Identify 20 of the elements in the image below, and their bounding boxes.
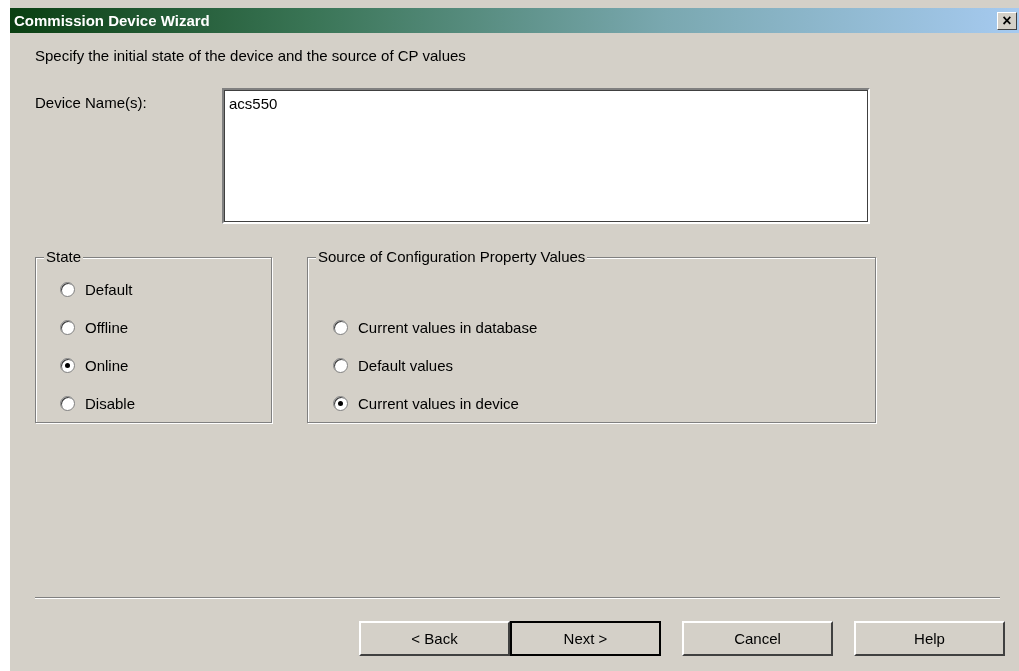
dialog-button[interactable]: Cancel [682, 621, 833, 656]
option-label: Offline [85, 318, 129, 336]
field-label: Device Name(s): [35, 94, 148, 113]
window-title: Commission Device Wizard [14, 12, 210, 29]
instruction-text: Specify the initial state of the device and the source of CP values [35, 47, 467, 64]
option-label: Default values [358, 356, 454, 374]
dialog-button[interactable]: < Back [359, 621, 510, 656]
option-label: Default [85, 280, 133, 298]
dialog-button[interactable]: Next > [510, 621, 661, 656]
dialog-button[interactable]: Help [854, 621, 1005, 656]
radio-button[interactable] [333, 395, 348, 411]
radio-button[interactable] [60, 319, 75, 335]
option-label: Disable [85, 394, 136, 412]
radio-button[interactable] [333, 357, 348, 373]
option-label: Online [85, 356, 129, 374]
device-names-field[interactable]: acs550 [222, 88, 870, 224]
option-label: Current values in database [358, 318, 538, 336]
group-title: Source of Configuration Property Values [316, 248, 588, 266]
close-button[interactable]: × [997, 11, 1017, 30]
option-label: Current values in device [358, 394, 519, 412]
